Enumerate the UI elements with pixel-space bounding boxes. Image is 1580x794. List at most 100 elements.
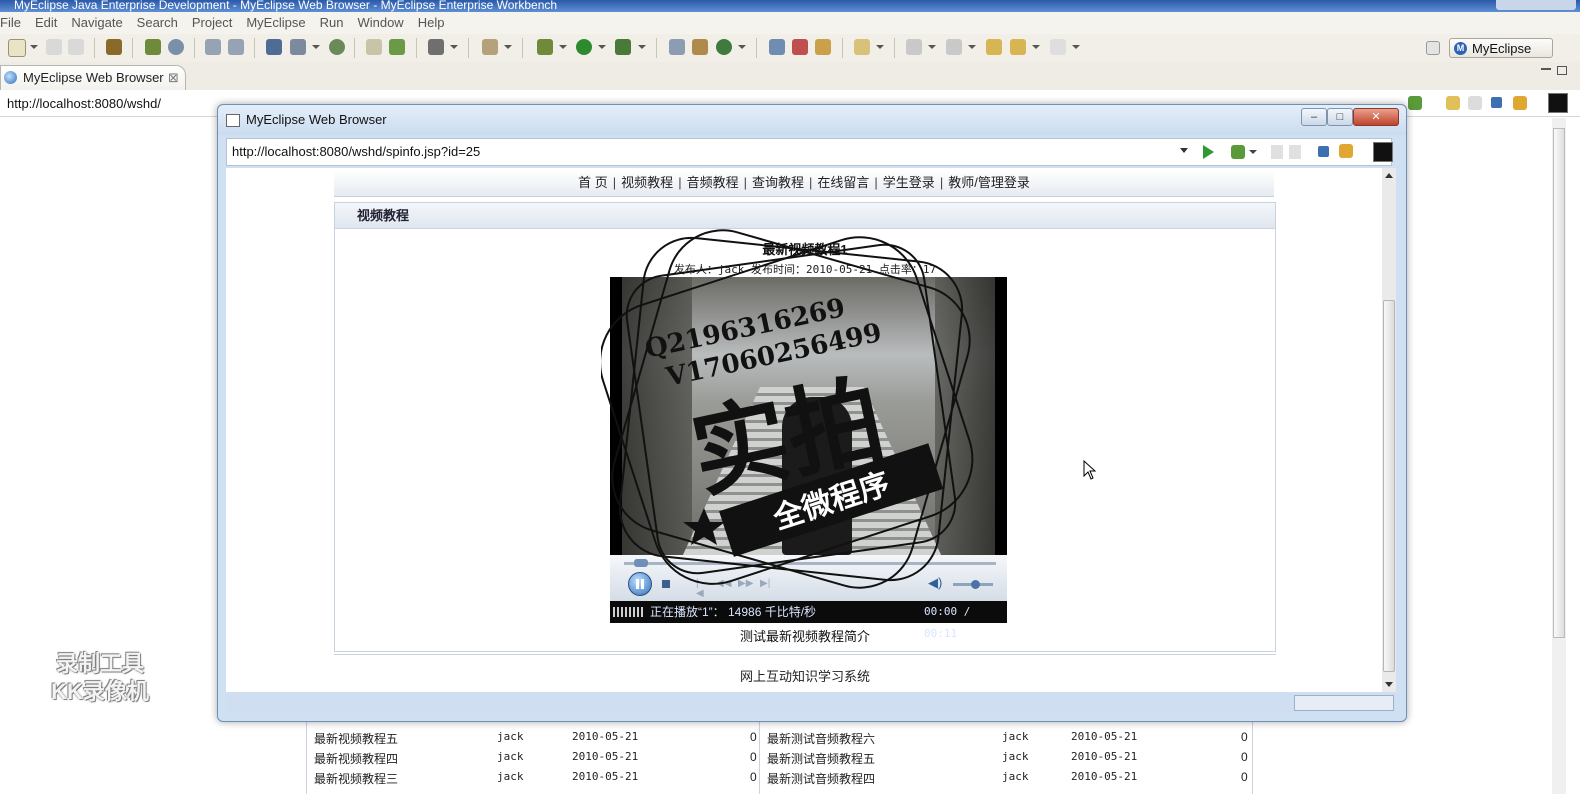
menu-navigate[interactable]: Navigate: [64, 12, 129, 30]
db-icon[interactable]: [266, 39, 282, 55]
web-project-icon[interactable]: [669, 39, 685, 55]
favorites-icon[interactable]: [1231, 145, 1245, 159]
close-button[interactable]: ✕: [1353, 108, 1399, 126]
open-folder-dropdown-icon[interactable]: [876, 45, 884, 49]
browser-url-bar[interactable]: http://localhost:8080/wshd/spinfo.jsp?id…: [226, 138, 1393, 166]
menu-search[interactable]: Search: [130, 12, 185, 30]
browser-window-title-bar[interactable]: MyEclipse Web Browser – □ ✕: [218, 105, 1406, 135]
package-icon[interactable]: [106, 39, 122, 55]
nav-home[interactable]: 首 页: [574, 175, 612, 190]
external-tools-dropdown-icon[interactable]: [638, 45, 646, 49]
stop-icon[interactable]: [1491, 97, 1502, 108]
table-cell[interactable]: 最新视频教程四: [314, 750, 398, 767]
close-tab-icon[interactable]: ⊠: [168, 66, 179, 90]
globe-icon[interactable]: [329, 39, 345, 55]
volume-icon[interactable]: ◀): [928, 576, 942, 589]
table-cell[interactable]: 最新视频教程三: [314, 770, 398, 787]
back-dropdown-icon[interactable]: [1032, 45, 1040, 49]
scroll-up-icon[interactable]: [1385, 173, 1393, 178]
nav-search[interactable]: 查询教程: [748, 175, 808, 190]
external-browser-icon[interactable]: [1548, 93, 1568, 113]
stop-icon[interactable]: [1318, 146, 1329, 157]
video-frame[interactable]: [622, 277, 995, 555]
minimize-view-icon[interactable]: [1541, 68, 1551, 70]
url-dropdown-icon[interactable]: [1180, 148, 1188, 153]
report-icon[interactable]: [290, 39, 306, 55]
main-scroll-thumb[interactable]: [1553, 128, 1565, 638]
run-dropdown-icon[interactable]: [598, 45, 606, 49]
new-dropdown-icon[interactable]: [30, 45, 38, 49]
maximize-button[interactable]: □: [1327, 108, 1353, 126]
seek-bar[interactable]: [624, 559, 996, 567]
open-folder-icon[interactable]: [854, 39, 870, 55]
menu-project[interactable]: Project: [185, 12, 239, 30]
fast-forward-icon[interactable]: ▶▶: [738, 579, 753, 589]
nav-audio[interactable]: 音频教程: [683, 175, 743, 190]
menu-file[interactable]: File: [0, 12, 28, 30]
pause-button[interactable]: [628, 572, 652, 596]
open-perspective-icon[interactable]: [1426, 41, 1440, 55]
open-type-icon[interactable]: [366, 39, 382, 55]
perspective-switcher[interactable]: M MyEclipse J...: [1449, 38, 1553, 76]
external-tools-icon[interactable]: [615, 39, 631, 55]
menu-window[interactable]: Window: [350, 12, 410, 30]
next-track-icon[interactable]: ▶|: [760, 579, 770, 589]
external-browser-icon[interactable]: [1373, 142, 1393, 162]
menu-myeclipse[interactable]: MyEclipse: [239, 12, 312, 30]
refresh-icon[interactable]: [1513, 96, 1527, 110]
report-dropdown-icon[interactable]: [312, 45, 320, 49]
browser-vertical-scrollbar[interactable]: [1382, 168, 1396, 692]
window-controls[interactable]: [1496, 0, 1576, 10]
browser-url-text[interactable]: http://localhost:8080/wshd/spinfo.jsp?id…: [232, 144, 480, 159]
print-icon[interactable]: [68, 39, 84, 55]
nav-message[interactable]: 在线留言: [813, 175, 873, 190]
folder-icon[interactable]: [815, 39, 831, 55]
nav-admin-login[interactable]: 教师/管理登录: [944, 175, 1034, 190]
minimize-button[interactable]: –: [1301, 108, 1327, 126]
back-icon[interactable]: [1010, 39, 1026, 55]
nav-student-login[interactable]: 学生登录: [879, 175, 939, 190]
menu-run[interactable]: Run: [313, 12, 351, 30]
tab-web-browser[interactable]: MyEclipse Web Browser ⊠: [0, 65, 186, 90]
camera-icon[interactable]: [428, 39, 444, 55]
stop-button[interactable]: [662, 580, 670, 588]
volume-slider[interactable]: [953, 580, 993, 589]
seek-knob[interactable]: [634, 559, 648, 567]
favorites-icon[interactable]: [1408, 96, 1422, 110]
refresh-server-dropdown-icon[interactable]: [738, 45, 746, 49]
deploy-icon[interactable]: [205, 39, 221, 55]
prev-track-icon[interactable]: |◀: [696, 579, 706, 599]
browser-scroll-thumb[interactable]: [1383, 300, 1395, 672]
refresh-server-icon[interactable]: [716, 39, 732, 55]
main-vertical-scrollbar[interactable]: [1552, 118, 1566, 794]
bug-icon[interactable]: [145, 39, 161, 55]
go-icon[interactable]: [1203, 145, 1214, 159]
camera-dropdown-icon[interactable]: [450, 45, 458, 49]
new-class-dropdown-icon[interactable]: [504, 45, 512, 49]
menu-help[interactable]: Help: [411, 12, 452, 30]
nav-video[interactable]: 视频教程: [617, 175, 677, 190]
next-annotation-icon[interactable]: [906, 39, 922, 55]
web-services-icon[interactable]: [769, 39, 785, 55]
back-icon[interactable]: [1271, 145, 1283, 159]
media-player[interactable]: |◀ ◀◀ ▶▶ ▶| ◀) 正在播放“1”： 14986 千比特/秒 00:0…: [610, 277, 1007, 640]
undeploy-icon[interactable]: [228, 39, 244, 55]
run-icon[interactable]: [576, 39, 592, 55]
table-cell[interactable]: 最新视频教程五: [314, 730, 398, 747]
rewind-icon[interactable]: ◀◀: [716, 579, 731, 589]
refresh-icon[interactable]: [1339, 144, 1353, 158]
back-icon[interactable]: [1446, 96, 1460, 110]
open-resource-icon[interactable]: [389, 39, 405, 55]
next-annotation-dropdown-icon[interactable]: [928, 45, 936, 49]
save-icon[interactable]: [46, 39, 62, 55]
table-cell[interactable]: 最新测试音频教程六: [767, 730, 875, 747]
prev-annotation-icon[interactable]: [946, 39, 962, 55]
table-cell[interactable]: 最新测试音频教程四: [767, 770, 875, 787]
new-icon[interactable]: [8, 39, 26, 57]
maximize-view-icon[interactable]: [1557, 66, 1567, 75]
forward-icon[interactable]: [1289, 145, 1301, 159]
forward-icon[interactable]: [1050, 39, 1066, 55]
scroll-down-icon[interactable]: [1385, 682, 1393, 687]
debug-icon[interactable]: [537, 39, 553, 55]
debug-dropdown-icon[interactable]: [559, 45, 567, 49]
